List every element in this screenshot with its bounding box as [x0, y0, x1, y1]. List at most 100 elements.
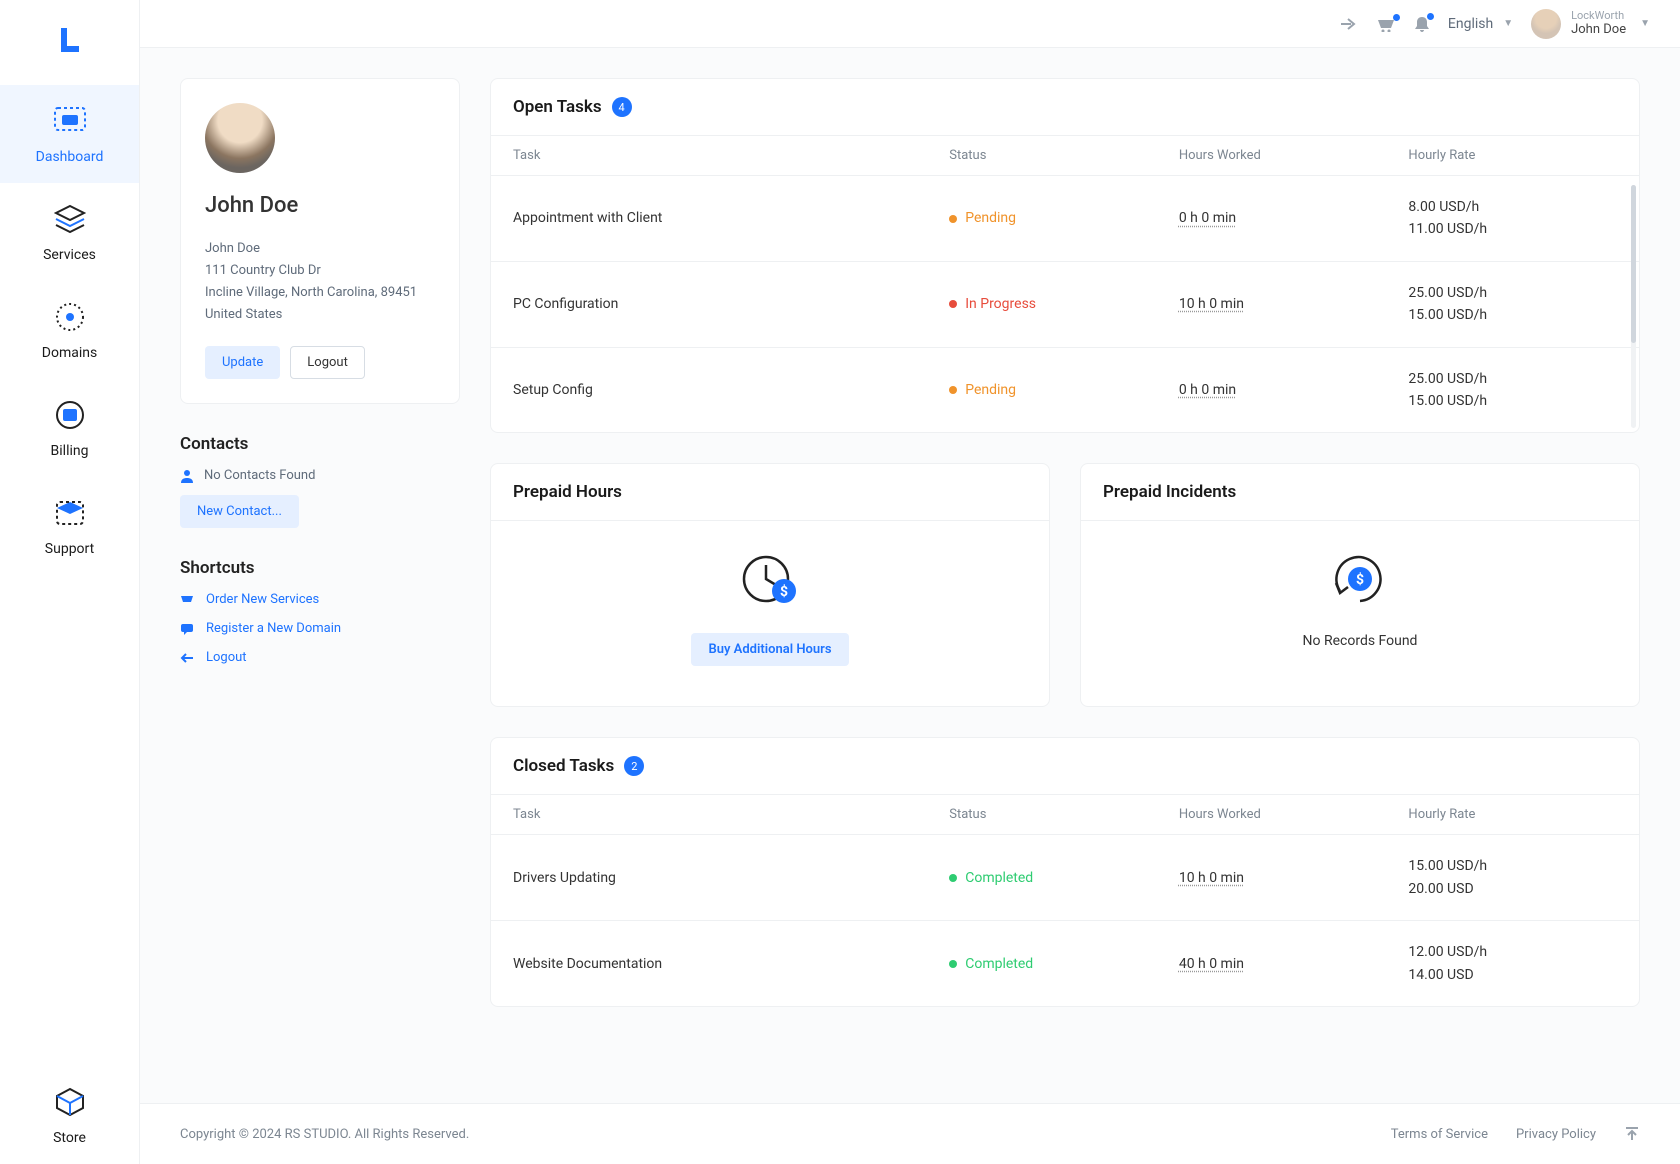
- dashboard-icon: [52, 103, 88, 139]
- hours-worked: 10 h 0 min: [1179, 296, 1244, 312]
- chevron-down-icon: ▼: [1640, 18, 1650, 29]
- table-row[interactable]: Website Documentation Completed 40 h 0 m…: [491, 921, 1639, 1006]
- status-badge: Pending: [949, 210, 1016, 226]
- closed-tasks-table: Task Status Hours Worked Hourly Rate Dri…: [491, 794, 1639, 1006]
- nav-billing[interactable]: Billing: [0, 379, 139, 477]
- language-label: English: [1448, 16, 1493, 32]
- col-hours: Hours Worked: [1157, 136, 1387, 176]
- status-badge: Pending: [949, 382, 1016, 398]
- shortcut-register-domain[interactable]: Register a New Domain: [180, 621, 460, 636]
- terms-link[interactable]: Terms of Service: [1391, 1127, 1488, 1142]
- bell-icon[interactable]: [1414, 15, 1430, 33]
- nav-store[interactable]: Store: [0, 1066, 139, 1164]
- hourly-rate: 25.00 USD/h15.00 USD/h: [1386, 261, 1639, 347]
- new-contact-button[interactable]: New Contact...: [180, 495, 299, 528]
- hours-worked: 40 h 0 min: [1179, 956, 1244, 972]
- nav-label: Services: [43, 247, 96, 263]
- closed-tasks-count: 2: [624, 756, 644, 776]
- cart-icon[interactable]: [1376, 16, 1396, 32]
- nav-label: Billing: [51, 443, 89, 459]
- status-badge: Completed: [949, 870, 1033, 886]
- person-icon: [180, 469, 194, 483]
- chevron-down-icon: ▼: [1503, 18, 1513, 29]
- hourly-rate: 15.00 USD/h20.00 USD: [1386, 835, 1639, 921]
- user-org: LockWorth: [1571, 9, 1626, 22]
- closed-tasks-card: Closed Tasks 2 Task Status Hours Worked …: [490, 737, 1640, 1007]
- col-status: Status: [927, 136, 1157, 176]
- no-records-text: No Records Found: [1303, 633, 1418, 649]
- open-tasks-card: Open Tasks 4 Task Status Hours Worked Ho…: [490, 78, 1640, 433]
- domains-icon: [52, 299, 88, 335]
- hours-worked: 10 h 0 min: [1179, 870, 1244, 886]
- profile-avatar: [205, 103, 275, 173]
- col-rate: Hourly Rate: [1386, 136, 1639, 176]
- table-row[interactable]: Setup Config Pending 0 h 0 min 25.00 USD…: [491, 347, 1639, 432]
- shortcut-order-services[interactable]: Order New Services: [180, 592, 460, 607]
- profile-name: John Doe: [205, 193, 435, 218]
- sidebar: Dashboard Services Domains Billing Suppo: [0, 0, 140, 1164]
- hours-worked: 0 h 0 min: [1179, 382, 1236, 398]
- col-status: Status: [927, 795, 1157, 835]
- open-tasks-table: Task Status Hours Worked Hourly Rate App…: [491, 135, 1639, 432]
- shortcuts-title: Shortcuts: [180, 558, 460, 578]
- svg-text:$: $: [1356, 571, 1364, 588]
- copyright: Copyright © 2024 RS STUDIO. All Rights R…: [180, 1127, 469, 1142]
- nav-label: Domains: [42, 345, 97, 361]
- col-hours: Hours Worked: [1157, 795, 1387, 835]
- table-row[interactable]: PC Configuration In Progress 10 h 0 min …: [491, 261, 1639, 347]
- profile-card: John Doe John Doe 111 Country Club Dr In…: [180, 78, 460, 404]
- store-icon: [52, 1084, 88, 1120]
- back-arrow-icon: [180, 652, 196, 664]
- update-button[interactable]: Update: [205, 346, 280, 379]
- user-name: John Doe: [1571, 22, 1626, 38]
- support-icon: [52, 495, 88, 531]
- contacts-empty: No Contacts Found: [180, 468, 460, 483]
- closed-tasks-title: Closed Tasks: [513, 756, 614, 776]
- open-tasks-count: 4: [612, 97, 632, 117]
- footer: Copyright © 2024 RS STUDIO. All Rights R…: [140, 1103, 1680, 1164]
- share-icon[interactable]: [1340, 16, 1358, 32]
- logo: [50, 20, 90, 60]
- nav-services[interactable]: Services: [0, 183, 139, 281]
- clock-money-icon: $: [740, 551, 800, 611]
- nav-label: Dashboard: [36, 149, 104, 165]
- avatar: [1531, 9, 1561, 39]
- billing-icon: [52, 397, 88, 433]
- nav-label: Store: [53, 1130, 86, 1146]
- user-menu[interactable]: LockWorth John Doe ▼: [1531, 9, 1650, 39]
- scrollbar[interactable]: [1631, 185, 1636, 428]
- logout-button[interactable]: Logout: [290, 346, 365, 379]
- nav-domains[interactable]: Domains: [0, 281, 139, 379]
- svg-text:$: $: [780, 583, 788, 600]
- col-task: Task: [491, 136, 927, 176]
- hourly-rate: 25.00 USD/h15.00 USD/h: [1386, 347, 1639, 432]
- prepaid-hours-title: Prepaid Hours: [513, 482, 622, 502]
- topbar: English ▼ LockWorth John Doe ▼: [140, 0, 1680, 48]
- prepaid-incidents-title: Prepaid Incidents: [1103, 482, 1236, 502]
- status-badge: Completed: [949, 956, 1033, 972]
- chat-icon: [180, 623, 196, 635]
- nav-dashboard[interactable]: Dashboard: [0, 85, 139, 183]
- table-row[interactable]: Appointment with Client Pending 0 h 0 mi…: [491, 176, 1639, 262]
- prepaid-hours-card: Prepaid Hours $ Buy Additional Hours: [490, 463, 1050, 707]
- shortcut-logout[interactable]: Logout: [180, 650, 460, 665]
- nav-support[interactable]: Support: [0, 477, 139, 575]
- open-tasks-title: Open Tasks: [513, 97, 602, 117]
- scroll-to-top-icon[interactable]: [1624, 1126, 1640, 1142]
- profile-address: John Doe 111 Country Club Dr Incline Vil…: [205, 238, 435, 326]
- buy-hours-button[interactable]: Buy Additional Hours: [691, 633, 848, 666]
- privacy-link[interactable]: Privacy Policy: [1516, 1127, 1596, 1142]
- contacts-title: Contacts: [180, 434, 460, 454]
- hours-worked: 0 h 0 min: [1179, 210, 1236, 226]
- refresh-money-icon: $: [1330, 551, 1390, 611]
- services-icon: [52, 201, 88, 237]
- hourly-rate: 12.00 USD/h14.00 USD: [1386, 921, 1639, 1006]
- col-rate: Hourly Rate: [1386, 795, 1639, 835]
- prepaid-incidents-card: Prepaid Incidents $ No Records Found: [1080, 463, 1640, 707]
- language-selector[interactable]: English ▼: [1448, 16, 1513, 32]
- col-task: Task: [491, 795, 927, 835]
- cart-icon: [180, 594, 196, 606]
- table-row[interactable]: Drivers Updating Completed 10 h 0 min 15…: [491, 835, 1639, 921]
- status-badge: In Progress: [949, 296, 1036, 312]
- notification-dot: [1427, 13, 1434, 20]
